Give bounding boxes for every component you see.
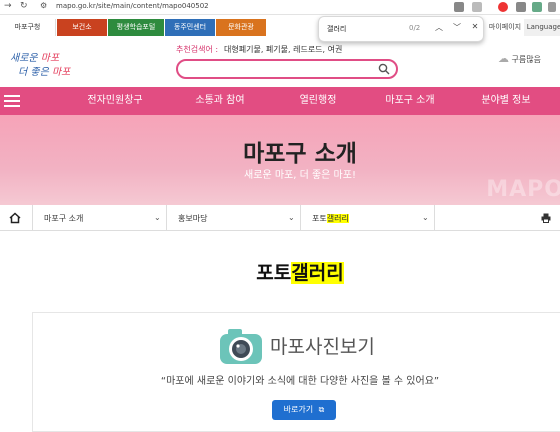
home-icon[interactable] — [8, 211, 22, 225]
logo-text-better: 더 좋은 — [18, 67, 49, 78]
page-title: 포토갤러리 — [0, 258, 560, 285]
page-icon[interactable] — [454, 2, 464, 12]
breadcrumb-level3-prefix: 포토 — [312, 214, 327, 223]
nav-item-civil-service[interactable]: 전자민원창구 — [70, 87, 160, 115]
page-title-highlight: 갤러리 — [291, 262, 344, 284]
forward-icon[interactable]: → — [4, 1, 12, 11]
search-input[interactable] — [176, 59, 398, 79]
go-button-label: 바로가기 — [283, 405, 314, 414]
weather-widget: ☁ 구름많음 — [498, 52, 541, 65]
gallery-description: “마포에 새로운 이야기와 소식에 대한 다양한 사진을 볼 수 있어요” — [160, 376, 440, 387]
find-in-page-bar: 갤러리 0/2 ︿ ﹀ ✕ — [318, 16, 484, 42]
top-link-health-center[interactable]: 보건소 — [57, 19, 107, 36]
breadcrumb-level3-highlight: 갤러리 — [326, 214, 349, 223]
breadcrumb-level3[interactable]: 포토갤러리 — [312, 213, 349, 224]
cloud-icon: ☁ — [498, 52, 509, 65]
find-input[interactable]: 갤러리 — [327, 24, 346, 34]
find-next-icon[interactable]: ﹀ — [451, 22, 463, 33]
recommended-label: 추천검색어 : — [176, 45, 219, 54]
recommended-search: 추천검색어 : 대형폐기물, 폐기물, 레드로드, 여권 — [176, 44, 342, 55]
my-page-link[interactable]: 마이페이지 — [486, 19, 524, 36]
banner-subtitle: 새로운 마포, 더 좋은 마포! — [244, 170, 356, 181]
find-prev-icon[interactable]: ︿ — [433, 22, 445, 33]
photo-view-logo: 마포사진보기 — [218, 326, 388, 366]
chevron-down-icon[interactable]: ⌄ — [422, 213, 429, 222]
nav-item-field-info[interactable]: 분야별 정보 — [466, 87, 546, 115]
main-navigation: 전자민원창구 소통과 참여 열린행정 마포구 소개 분야별 정보 — [0, 87, 560, 115]
chevron-down-icon[interactable]: ⌄ — [154, 213, 161, 222]
breadcrumb-level1[interactable]: 마포구 소개 — [44, 213, 83, 224]
logo-text-mapo-2: 마포 — [51, 67, 71, 78]
page-title-prefix: 포토 — [256, 262, 292, 284]
search-icon[interactable] — [378, 63, 390, 75]
breadcrumb-level2[interactable]: 홍보마당 — [178, 213, 207, 224]
go-to-gallery-button[interactable]: 바로가기 ⧉ — [272, 400, 336, 420]
banner-title: 마포구 소개 — [243, 141, 357, 167]
find-count: 0/2 — [409, 24, 421, 32]
menu-icon[interactable] — [548, 2, 556, 12]
breadcrumb: 마포구 소개 ⌄ 홍보마당 ⌄ 포토갤러리 ⌄ — [0, 205, 560, 231]
top-link-mapo-gu[interactable]: 마포구청 — [0, 19, 56, 36]
top-link-lifelong-learning[interactable]: 평생학습포털 — [108, 19, 164, 36]
chevron-down-icon[interactable]: ⌄ — [288, 213, 295, 222]
nav-item-open-administration[interactable]: 열린행정 — [278, 87, 358, 115]
extensions-icon[interactable] — [516, 2, 526, 12]
site-logo[interactable]: 새로운 마포 더 좋은 마포 — [4, 46, 76, 82]
banner-deco-text: MAPO — [486, 177, 560, 202]
print-icon[interactable] — [541, 213, 551, 223]
star-icon[interactable] — [472, 2, 482, 12]
page-banner: 마포구 소개 새로운 마포, 더 좋은 마포! MAPO — [0, 115, 560, 205]
hamburger-menu-icon[interactable] — [4, 95, 20, 107]
nav-item-about-mapo[interactable]: 마포구 소개 — [370, 87, 450, 115]
reload-icon[interactable]: ↻ — [20, 1, 28, 11]
profile-icon[interactable] — [532, 2, 542, 12]
recommended-terms[interactable]: 대형폐기물, 폐기물, 레드로드, 여권 — [224, 45, 342, 54]
photo-view-text: 마포사진보기 — [270, 336, 375, 358]
find-close-icon[interactable]: ✕ — [469, 22, 481, 31]
top-link-culture-tourism[interactable]: 문화관광 — [216, 19, 266, 36]
weather-text: 구름많음 — [511, 55, 541, 64]
language-select[interactable]: Language — [524, 19, 560, 36]
nav-item-participation[interactable]: 소통과 참여 — [175, 87, 265, 115]
address-bar[interactable]: mapo.go.kr/site/main/content/mapo040502 — [56, 2, 209, 10]
camera-icon — [220, 329, 262, 364]
top-link-community-center[interactable]: 동주민센터 — [165, 19, 215, 36]
extension-icon[interactable] — [498, 2, 508, 12]
external-link-icon: ⧉ — [318, 405, 325, 414]
browser-toolbar: → ↻ ⚙ mapo.go.kr/site/main/content/mapo0… — [0, 0, 560, 15]
site-info-icon[interactable]: ⚙ — [40, 1, 47, 10]
